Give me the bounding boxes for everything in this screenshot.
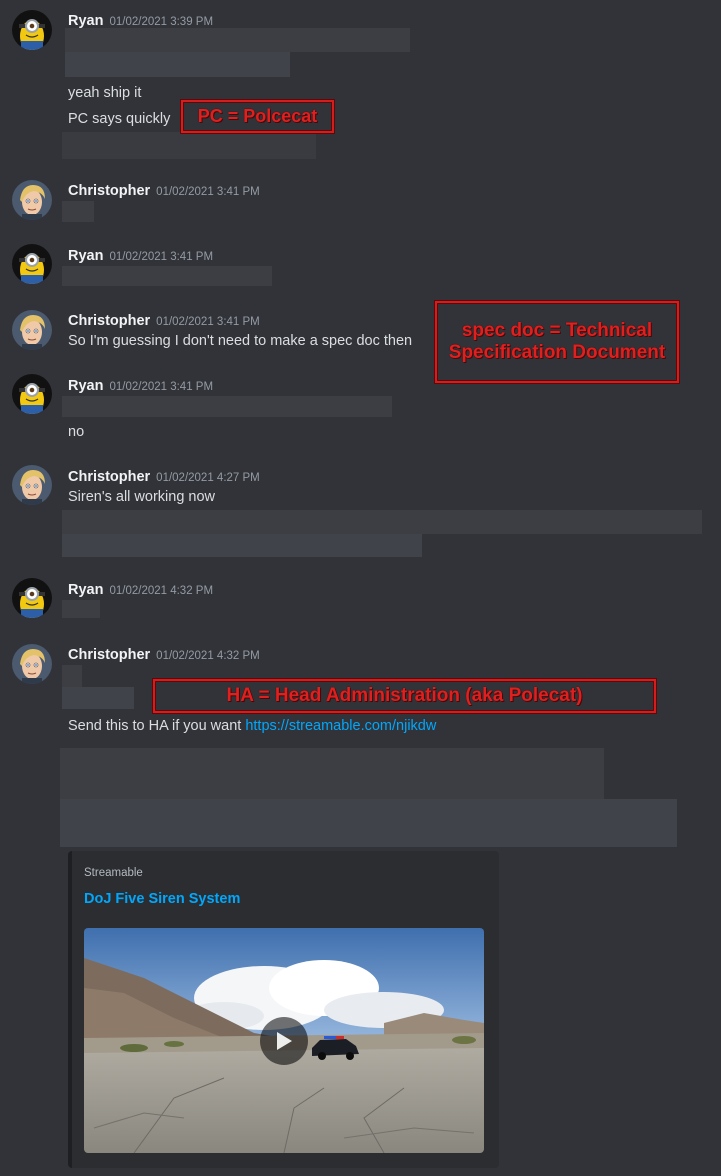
annotation-line: spec doc = Technical — [461, 320, 653, 341]
streamable-link[interactable]: https://streamable.com/njikdw — [245, 718, 436, 734]
username[interactable]: Ryan — [68, 13, 103, 29]
timestamp: 01/02/2021 3:41 PM — [109, 251, 214, 263]
redacted-block — [62, 132, 316, 159]
avatar[interactable] — [12, 180, 52, 220]
redacted-block — [62, 665, 82, 687]
timestamp: 01/02/2021 3:39 PM — [109, 16, 214, 28]
message-text-body: Send this to HA if you want — [68, 718, 246, 734]
redacted-block — [62, 396, 392, 417]
username[interactable]: Ryan — [68, 582, 103, 598]
message-text: Send this to HA if you want https://stre… — [68, 718, 436, 734]
redacted-block — [62, 510, 702, 534]
embed-provider[interactable]: Streamable — [84, 867, 143, 879]
username[interactable]: Christopher — [68, 469, 150, 485]
avatar[interactable] — [12, 374, 52, 414]
username[interactable]: Christopher — [68, 313, 150, 329]
annotation-pc: PC = Polcecat — [181, 100, 334, 133]
play-icon — [277, 1032, 292, 1050]
message-text: yeah ship it — [68, 85, 142, 101]
redacted-block — [62, 600, 100, 618]
message-text: PC says quickly — [68, 111, 171, 127]
timestamp: 01/02/2021 4:27 PM — [156, 472, 260, 484]
avatar[interactable] — [12, 465, 52, 505]
avatar[interactable] — [12, 644, 52, 684]
annotation-spec-doc: spec doc = Technical Specification Docum… — [435, 301, 679, 383]
redacted-block — [60, 748, 604, 799]
annotation-ha: HA = Head Administration (aka Polecat) — [153, 679, 656, 713]
redacted-block — [62, 201, 94, 222]
redacted-block — [62, 687, 134, 709]
avatar[interactable] — [12, 310, 52, 350]
username[interactable]: Christopher — [68, 183, 150, 199]
message-text: no — [68, 424, 85, 440]
play-button[interactable] — [260, 1017, 308, 1065]
message-text: Siren's all working now — [68, 489, 216, 505]
redacted-block — [62, 534, 422, 557]
embed-title[interactable]: DoJ Five Siren System — [84, 891, 240, 907]
timestamp: 01/02/2021 4:32 PM — [156, 650, 260, 662]
annotation-line: Specification Document — [448, 342, 666, 363]
timestamp: 01/02/2021 3:41 PM — [109, 381, 214, 393]
username[interactable]: Ryan — [68, 378, 103, 394]
avatar[interactable] — [12, 578, 52, 618]
timestamp: 01/02/2021 3:41 PM — [156, 316, 260, 328]
redacted-block — [62, 266, 272, 286]
link-embed: Streamable DoJ Five Siren System — [68, 851, 499, 1168]
timestamp: 01/02/2021 4:32 PM — [109, 585, 214, 597]
redacted-block — [65, 52, 290, 77]
video-thumbnail[interactable] — [84, 928, 484, 1153]
username[interactable]: Christopher — [68, 647, 150, 663]
username[interactable]: Ryan — [68, 248, 103, 264]
redacted-block — [65, 28, 410, 52]
message-text: So I'm guessing I don't need to make a s… — [68, 333, 413, 349]
redacted-block — [60, 799, 677, 847]
avatar[interactable] — [12, 244, 52, 284]
timestamp: 01/02/2021 3:41 PM — [156, 186, 260, 198]
avatar[interactable] — [12, 10, 52, 50]
